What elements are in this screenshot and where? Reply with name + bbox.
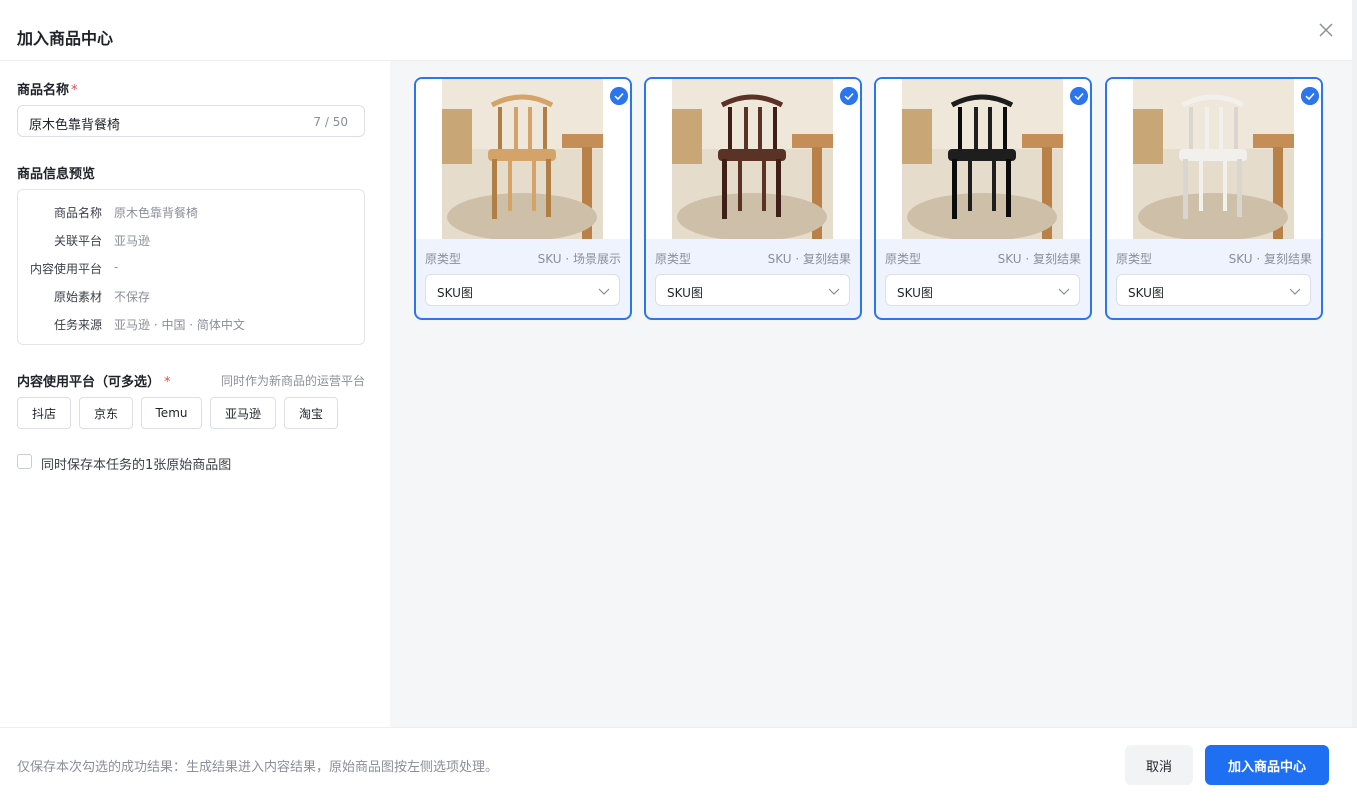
close-icon[interactable] (1316, 20, 1336, 40)
chair-black-image (902, 79, 1063, 239)
image-type-value: SKU图 (897, 286, 933, 300)
check-icon[interactable] (840, 87, 858, 105)
add-to-product-center-dialog: 加入商品中心 商品名称 * 原木色靠背餐椅 7 / 50 商品信息预览 商品名称 … (0, 0, 1357, 801)
preview-value: 原木色靠背餐椅 (114, 206, 199, 220)
preview-key: 原始素材 (53, 290, 102, 304)
preview-key: 内容使用平台 (29, 262, 102, 276)
original-type-label: 原类型 (425, 252, 462, 266)
chair-walnut-image (672, 79, 833, 239)
required-mark: * (164, 375, 171, 390)
preview-row: 任务来源 亚马逊 · 中国 · 简体中文 (18, 316, 364, 332)
preview-key: 商品名称 (53, 206, 102, 220)
preview-row: 原始素材 不保存 (18, 288, 364, 304)
product-name-input[interactable]: 原木色靠背餐椅 7 / 50 (17, 105, 365, 137)
result-image-frame (416, 79, 630, 239)
dialog-footer: 仅保存本次勾选的成功结果：生成结果进入内容结果，原始商品图按左侧选项处理。 取消… (0, 727, 1357, 801)
check-icon[interactable] (1070, 87, 1088, 105)
product-name-label: 商品名称 * (17, 83, 78, 98)
preview-value: 不保存 (114, 290, 151, 304)
platform-chip-taobao[interactable]: 淘宝 (284, 397, 338, 429)
chevron-down-icon (1289, 288, 1301, 295)
save-original-label: 同时保存本任务的1张原始商品图 (41, 458, 232, 473)
product-info-preview: 商品名称 原木色靠背餐椅 关联平台 亚马逊 内容使用平台 - 原始素材 不保存 … (17, 189, 365, 345)
platform-hint: 同时作为新商品的运营平台 (220, 374, 365, 388)
chevron-down-icon (598, 288, 610, 295)
preview-value: 亚马逊 (114, 234, 151, 248)
image-type-value: SKU图 (437, 286, 473, 300)
result-type-label: SKU · 复刻结果 (767, 252, 851, 266)
preview-row: 商品名称 原木色靠背餐椅 (18, 204, 364, 220)
original-type-label: 原类型 (1116, 252, 1153, 266)
add-to-product-center-button[interactable]: 加入商品中心 (1205, 745, 1329, 785)
preview-label: 商品信息预览 (17, 167, 96, 182)
preview-value: 亚马逊 · 中国 · 简体中文 (114, 318, 245, 332)
platform-chip-doudian[interactable]: 抖店 (17, 397, 71, 429)
result-type-label: SKU · 场景展示 (537, 252, 621, 266)
cancel-button[interactable]: 取消 (1125, 745, 1193, 785)
required-mark: * (71, 83, 78, 98)
product-name-value: 原木色靠背餐椅 (29, 118, 121, 133)
chevron-down-icon (828, 288, 840, 295)
image-type-select[interactable]: SKU图 (885, 274, 1080, 306)
chevron-down-icon (1058, 288, 1070, 295)
save-original-checkbox[interactable] (17, 454, 32, 469)
result-card[interactable]: 原类型 SKU · 场景展示 SKU图 (414, 77, 632, 320)
image-type-select[interactable]: SKU图 (655, 274, 850, 306)
original-type-label: 原类型 (885, 252, 922, 266)
image-type-select[interactable]: SKU图 (1116, 274, 1311, 306)
result-image-frame (1107, 79, 1321, 239)
check-icon[interactable] (1301, 87, 1319, 105)
form-panel: 商品名称 * 原木色靠背餐椅 7 / 50 商品信息预览 商品名称 原木色靠背餐椅… (0, 61, 390, 727)
platform-chip-temu[interactable]: Temu (141, 397, 202, 429)
platform-chip-jd[interactable]: 京东 (79, 397, 133, 429)
scrollbar[interactable] (1352, 0, 1357, 801)
result-card[interactable]: 原类型 SKU · 复刻结果 SKU图 (644, 77, 862, 320)
char-counter: 7 / 50 (313, 115, 348, 129)
result-image-frame (876, 79, 1090, 239)
image-type-value: SKU图 (1128, 286, 1164, 300)
check-icon[interactable] (610, 87, 628, 105)
preview-row: 关联平台 亚马逊 (18, 232, 364, 248)
result-type-label: SKU · 复刻结果 (1228, 252, 1312, 266)
results-panel: 原类型 SKU · 场景展示 SKU图 原类型 SKU · 复刻结果 SKU图 … (390, 61, 1353, 727)
platform-chip-amazon[interactable]: 亚马逊 (210, 397, 276, 429)
result-type-label: SKU · 复刻结果 (997, 252, 1081, 266)
result-image-frame (646, 79, 860, 239)
image-type-select[interactable]: SKU图 (425, 274, 620, 306)
preview-key: 任务来源 (53, 318, 102, 332)
result-card[interactable]: 原类型 SKU · 复刻结果 SKU图 (1105, 77, 1323, 320)
dialog-title: 加入商品中心 (17, 29, 114, 48)
chair-natural-image (442, 79, 603, 239)
preview-key: 关联平台 (53, 234, 102, 248)
chair-white-image (1133, 79, 1294, 239)
dialog-header: 加入商品中心 (0, 0, 1357, 61)
preview-value: - (114, 260, 119, 274)
platform-label: 内容使用平台（可多选） * (17, 375, 171, 390)
result-card[interactable]: 原类型 SKU · 复刻结果 SKU图 (874, 77, 1092, 320)
original-type-label: 原类型 (655, 252, 692, 266)
footer-note: 仅保存本次勾选的成功结果：生成结果进入内容结果，原始商品图按左侧选项处理。 (17, 760, 499, 775)
image-type-value: SKU图 (667, 286, 703, 300)
preview-row: 内容使用平台 - (18, 260, 364, 276)
